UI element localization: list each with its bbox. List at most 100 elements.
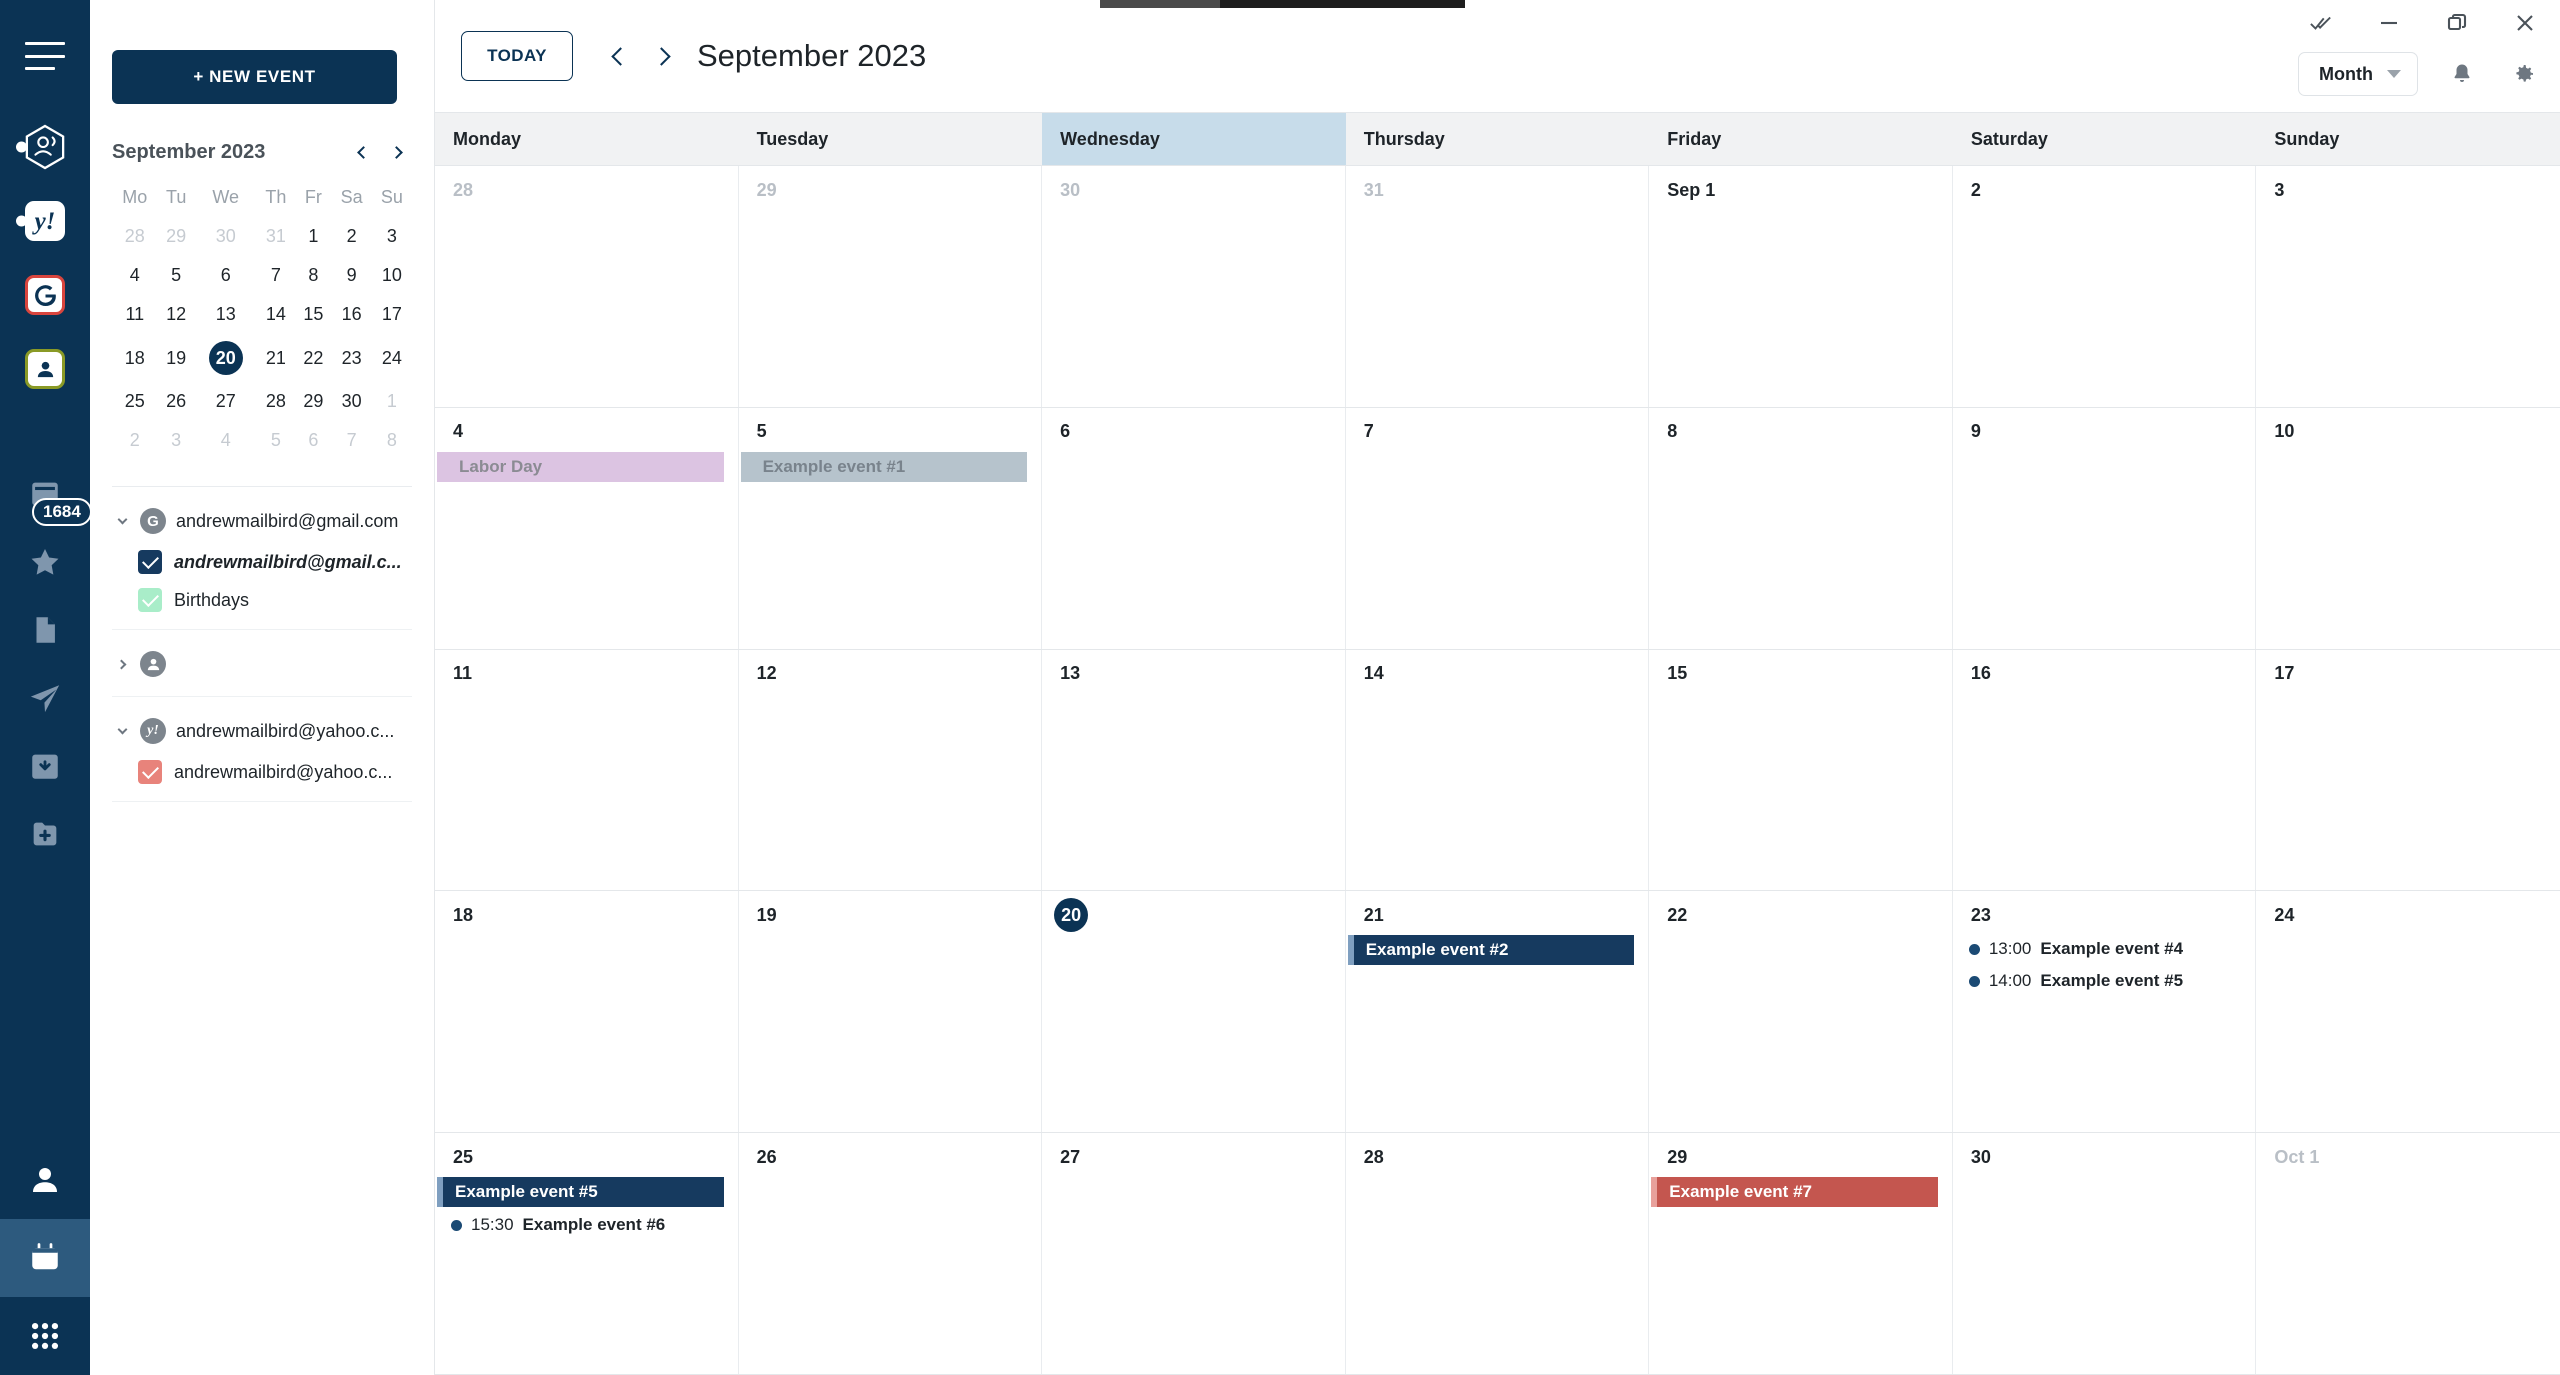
mini-day-cell[interactable]: 31	[257, 217, 295, 256]
calendar-day-cell[interactable]: 19	[739, 891, 1043, 1133]
new-event-button[interactable]: + NEW EVENT	[112, 50, 397, 104]
mini-prev-month-button[interactable]	[352, 140, 372, 164]
mini-day-cell[interactable]: 26	[158, 382, 195, 421]
calendar-day-cell[interactable]: 21 Example event #2	[1346, 891, 1650, 1133]
mini-day-cell[interactable]: 6	[195, 256, 257, 295]
calendar-day-cell[interactable]: 28	[435, 166, 739, 407]
mini-day-cell[interactable]: 6	[295, 421, 332, 460]
mini-day-cell[interactable]: 8	[372, 421, 412, 460]
mini-day-cell[interactable]: 4	[112, 256, 158, 295]
mini-day-cell[interactable]: 3	[372, 217, 412, 256]
prev-month-button[interactable]	[601, 38, 637, 74]
calendar-day-cell[interactable]: 6	[1042, 407, 1346, 649]
calendar-day-cell[interactable]: 13	[1042, 649, 1346, 891]
calendar-day-cell[interactable]: 10	[2256, 408, 2560, 649]
calendar-day-cell[interactable]: 24	[2256, 891, 2560, 1132]
today-button[interactable]: TODAY	[461, 31, 573, 81]
event-block[interactable]: Labor Day	[437, 451, 724, 482]
mini-next-month-button[interactable]	[388, 140, 408, 164]
event-block[interactable]: Example event #5	[437, 1177, 724, 1208]
mini-day-cell[interactable]: 18	[112, 334, 158, 382]
mini-day-cell[interactable]: 5	[158, 256, 195, 295]
sidebar-item-starred[interactable]	[0, 528, 90, 596]
mini-day-cell[interactable]: 10	[372, 256, 412, 295]
mini-day-cell[interactable]: 30	[195, 217, 257, 256]
calendar-checkbox[interactable]	[138, 760, 162, 784]
mini-day-cell[interactable]: 3	[158, 421, 195, 460]
calendar-day-cell[interactable]: 25 Example event #5 15:30 Example event #6	[435, 1133, 739, 1374]
mini-day-cell[interactable]: 23	[332, 334, 372, 382]
mini-day-cell[interactable]: 22	[295, 334, 332, 382]
mini-day-cell[interactable]: 24	[372, 334, 412, 382]
account-row[interactable]	[112, 642, 412, 686]
event-timed[interactable]: 13:00 Example event #4	[1953, 935, 2256, 963]
rail-account-mailbird[interactable]	[0, 110, 90, 184]
calendar-day-cell[interactable]: 30	[1953, 1133, 2257, 1374]
mini-day-cell[interactable]: 15	[295, 295, 332, 334]
mini-day-cell[interactable]: 20	[195, 334, 257, 382]
mini-day-cell[interactable]: 1	[372, 382, 412, 421]
hamburger-menu-icon[interactable]	[25, 42, 65, 70]
restore-icon[interactable]	[2440, 6, 2474, 40]
calendar-day-cell[interactable]: 3	[2256, 166, 2560, 407]
rail-account-contacts[interactable]	[0, 332, 90, 406]
minimize-icon[interactable]	[2372, 6, 2406, 40]
calendar-day-cell[interactable]: 29	[739, 166, 1043, 407]
mini-day-cell[interactable]: 2	[112, 421, 158, 460]
chevron-down-icon[interactable]	[114, 514, 130, 525]
rail-account-yahoo[interactable]: y!	[0, 184, 90, 258]
calendar-day-cell[interactable]: 16	[1953, 649, 2257, 891]
event-block[interactable]: Example event #7	[1651, 1177, 1938, 1208]
mini-day-cell[interactable]: 30	[332, 382, 372, 421]
mini-day-cell[interactable]: 28	[257, 382, 295, 421]
event-block[interactable]: Example event #2	[1347, 935, 1635, 966]
calendar-day-cell[interactable]: 20	[1042, 891, 1346, 1133]
calendar-checkbox[interactable]	[138, 550, 162, 574]
calendar-day-cell[interactable]: Sep 1	[1649, 166, 1953, 407]
event-timed[interactable]: 14:00 Example event #5	[1953, 967, 2256, 995]
mini-day-cell[interactable]: 25	[112, 382, 158, 421]
mini-day-cell[interactable]: 21	[257, 334, 295, 382]
calendar-day-cell[interactable]: 7	[1346, 407, 1650, 649]
mini-day-cell[interactable]: 7	[257, 256, 295, 295]
calendar-row[interactable]: Birthdays	[112, 581, 412, 619]
mini-day-cell[interactable]: 5	[257, 421, 295, 460]
mini-day-cell[interactable]: 12	[158, 295, 195, 334]
mini-day-cell[interactable]: 17	[372, 295, 412, 334]
mark-all-read-icon[interactable]	[2304, 6, 2338, 40]
calendar-day-cell[interactable]: 8	[1649, 407, 1953, 649]
mini-day-cell[interactable]: 9	[332, 256, 372, 295]
calendar-day-cell[interactable]: 5 Example event #1	[739, 407, 1043, 649]
mini-day-cell[interactable]: 8	[295, 256, 332, 295]
mini-day-cell[interactable]: 27	[195, 382, 257, 421]
chevron-down-icon[interactable]	[114, 724, 130, 735]
sidebar-item-sent[interactable]	[0, 664, 90, 732]
mini-day-cell[interactable]: 1	[295, 217, 332, 256]
account-row[interactable]: Gandrewmailbird@gmail.com	[112, 499, 412, 543]
calendar-day-cell[interactable]: 15	[1649, 649, 1953, 891]
calendar-day-cell[interactable]: 17	[2256, 650, 2560, 891]
account-row[interactable]: y! andrewmailbird@yahoo.c...	[112, 709, 412, 753]
mini-day-cell[interactable]: 11	[112, 295, 158, 334]
event-timed[interactable]: 15:30 Example event #6	[435, 1211, 738, 1239]
calendar-checkbox[interactable]	[138, 588, 162, 612]
sidebar-item-new-folder[interactable]	[0, 800, 90, 868]
next-month-button[interactable]	[645, 38, 681, 74]
calendar-day-cell[interactable]: 22	[1649, 891, 1953, 1133]
notifications-button[interactable]	[2444, 56, 2480, 92]
calendar-day-cell[interactable]: 11	[435, 649, 739, 891]
calendar-day-cell[interactable]: 2	[1953, 166, 2257, 407]
rail-account-google[interactable]	[0, 258, 90, 332]
sidebar-item-inbox[interactable]: 1684	[0, 460, 92, 528]
calendar-day-cell[interactable]: 4 Labor Day	[435, 407, 739, 649]
calendar-day-cell[interactable]: 23 13:00 Example event #4 14:00 Example even…	[1953, 891, 2257, 1133]
calendar-day-cell[interactable]: 31	[1346, 166, 1650, 407]
mini-day-cell[interactable]: 16	[332, 295, 372, 334]
mini-day-cell[interactable]: 19	[158, 334, 195, 382]
calendar-day-cell[interactable]: Oct 1	[2256, 1133, 2560, 1374]
mini-day-cell[interactable]: 28	[112, 217, 158, 256]
mini-day-cell[interactable]: 14	[257, 295, 295, 334]
calendar-day-cell[interactable]: 18	[435, 891, 739, 1133]
calendar-day-cell[interactable]: 9	[1953, 407, 2257, 649]
sidebar-item-calendar[interactable]	[0, 1219, 90, 1297]
